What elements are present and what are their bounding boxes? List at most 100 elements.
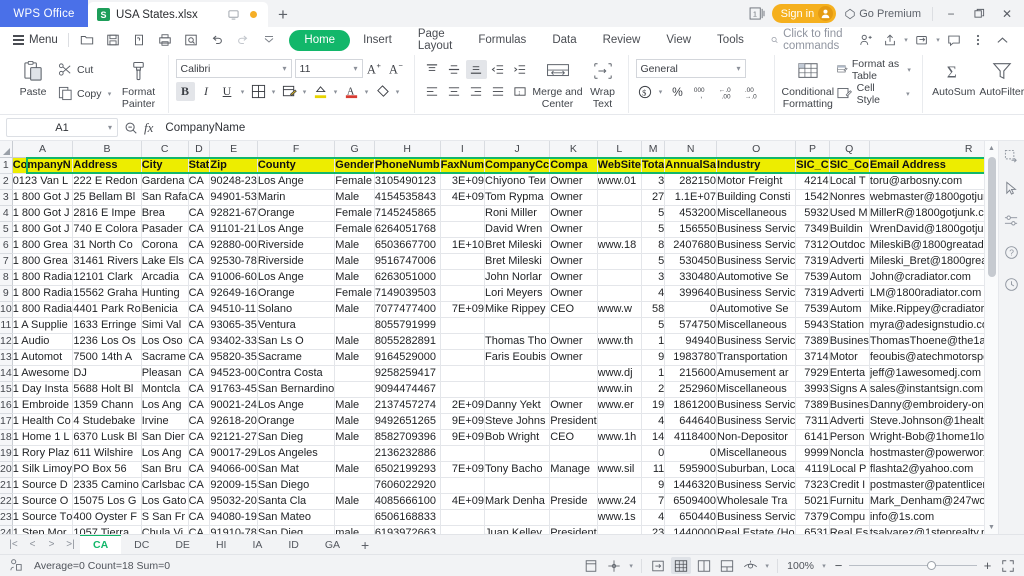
- cell-H5[interactable]: 6264051768: [374, 221, 441, 238]
- cell-K18[interactable]: CEO: [549, 429, 598, 446]
- tab-tools[interactable]: Tools: [704, 30, 757, 51]
- cell-C8[interactable]: Arcadia: [141, 269, 189, 286]
- cell-L19[interactable]: [597, 445, 642, 462]
- cell-M10[interactable]: 58: [641, 301, 666, 318]
- cell-A24[interactable]: 1 Step Mor: [12, 525, 74, 534]
- cell-N11[interactable]: 574750: [664, 317, 718, 334]
- cell-F12[interactable]: San Ls O: [257, 333, 336, 350]
- cell-I16[interactable]: 2E+09: [440, 397, 486, 414]
- align-middle-button[interactable]: [444, 60, 465, 79]
- cell-M6[interactable]: 8: [641, 237, 666, 254]
- clear-format-button[interactable]: [373, 82, 392, 101]
- cell-C24[interactable]: Chula Vi: [141, 525, 189, 534]
- cell-O3[interactable]: Building Consti: [716, 189, 797, 206]
- maximize-button[interactable]: [966, 3, 992, 25]
- cell-J17[interactable]: Steve Johns: [484, 413, 551, 430]
- cell-grid[interactable]: ABCDEFGHIJKLMNOPQRST 1CompanyNAddressCit…: [0, 141, 984, 534]
- cell-H12[interactable]: 8055282891: [374, 333, 441, 350]
- cell-J14[interactable]: [484, 365, 551, 382]
- sheet-tab-ga[interactable]: GA: [312, 535, 353, 554]
- cell-O22[interactable]: Wholesale Tra: [716, 493, 797, 510]
- cell-H22[interactable]: 4085666100: [374, 493, 441, 510]
- cell-P17[interactable]: 7311: [795, 413, 830, 430]
- cell-I2[interactable]: 3E+09: [440, 173, 486, 190]
- save-icon[interactable]: [100, 29, 125, 51]
- cell-E11[interactable]: 93065-35: [209, 317, 258, 334]
- cell-O2[interactable]: Motor Freight: [716, 173, 797, 190]
- cell-B21[interactable]: 2335 Caminо: [72, 477, 142, 494]
- cell-Q7[interactable]: Adverti: [829, 253, 870, 270]
- cell-I12[interactable]: [440, 333, 486, 350]
- table-row[interactable]: 10 1 800 Radiа 4401 Park Rо Benicia CA 94510-…: [0, 301, 984, 318]
- cell-K15[interactable]: [549, 381, 598, 398]
- cell-B7[interactable]: 31461 Riverѕ: [72, 253, 142, 270]
- cell-R24[interactable]: tsalvarez@1steprealty.net: [869, 525, 984, 534]
- cell-Q17[interactable]: Adverti: [829, 413, 870, 430]
- conditional-formatting-button[interactable]: Conditional Formatting: [782, 55, 834, 110]
- fullscreen-icon[interactable]: [998, 557, 1018, 574]
- table-row[interactable]: 14 1 Awesome DJ Pleasan CA 94523-00 Contra Cos…: [0, 365, 984, 382]
- eye-icon[interactable]: [740, 557, 760, 574]
- cell-M9[interactable]: 4: [641, 285, 666, 302]
- cell-E17[interactable]: 92618-20: [209, 413, 258, 430]
- cell-M23[interactable]: 4: [641, 509, 666, 526]
- sheet-tab-de[interactable]: DE: [162, 535, 203, 554]
- cell-B14[interactable]: DJ: [72, 365, 142, 382]
- cell-O15[interactable]: Miscellaneous: [716, 381, 797, 398]
- cell-J9[interactable]: Lori Meyers: [484, 285, 551, 302]
- row-header-3[interactable]: 3: [0, 189, 13, 206]
- cell-A19[interactable]: 1 Rory Plaz: [12, 445, 74, 462]
- cell-A8[interactable]: 1 800 Radiа: [12, 269, 74, 286]
- cell-N15[interactable]: 252960: [664, 381, 718, 398]
- more-icon[interactable]: [966, 29, 990, 51]
- column-header-k[interactable]: K: [549, 141, 598, 158]
- row-header-16[interactable]: 16: [0, 397, 13, 414]
- cell-J10[interactable]: Mike Rippeу: [484, 301, 551, 318]
- cell-N18[interactable]: 4118400: [664, 429, 718, 446]
- cell-H10[interactable]: 7077477400: [374, 301, 441, 318]
- cell-N13[interactable]: 1983780: [664, 349, 718, 366]
- cell-J4[interactable]: Roni Miller: [484, 205, 551, 222]
- cell-I1[interactable]: FaxNum: [440, 157, 486, 174]
- cell-C1[interactable]: City: [141, 157, 189, 174]
- cell-H24[interactable]: 6193972663: [374, 525, 441, 534]
- cell-P20[interactable]: 4119: [795, 461, 830, 478]
- row-header-9[interactable]: 9: [0, 285, 13, 302]
- cell-J22[interactable]: Mark Denhа: [484, 493, 551, 510]
- cell-I23[interactable]: [440, 509, 486, 526]
- cell-P12[interactable]: 7389: [795, 333, 830, 350]
- tab-data[interactable]: Data: [539, 30, 589, 51]
- cell-Q18[interactable]: Person: [829, 429, 870, 446]
- cell-G1[interactable]: Gender: [334, 157, 375, 174]
- justify-button[interactable]: [488, 82, 509, 101]
- cell-R16[interactable]: Danny@embroidery-one.com: [869, 397, 984, 414]
- cell-G12[interactable]: Male: [334, 333, 375, 350]
- cell-N7[interactable]: 530450: [664, 253, 718, 270]
- cell-Q5[interactable]: Buildin: [829, 221, 870, 238]
- scroll-down-arrow-icon[interactable]: ▼: [985, 520, 999, 534]
- cell-K12[interactable]: Owner: [549, 333, 598, 350]
- cell-D14[interactable]: CA: [188, 365, 211, 382]
- increase-font-size-button[interactable]: A +: [366, 59, 385, 78]
- font-size-select[interactable]: 11 ▾: [294, 59, 363, 78]
- column-header-g[interactable]: G: [334, 141, 375, 158]
- table-row[interactable]: 18 1 Home 1 L 6370 Lusk Bl San Dieг CA 92121-…: [0, 429, 984, 446]
- row-header-14[interactable]: 14: [0, 365, 13, 382]
- cell-Q10[interactable]: Autom: [829, 301, 870, 318]
- cell-R9[interactable]: LM@1800radiator.com: [869, 285, 984, 302]
- cell-B19[interactable]: 611 Wilshire: [72, 445, 142, 462]
- borders-caret-icon[interactable]: ▾: [270, 88, 278, 96]
- cell-K9[interactable]: Owner: [549, 285, 598, 302]
- paste-button[interactable]: Paste: [11, 55, 55, 98]
- cell-R20[interactable]: flashta2@yahoo.com: [869, 461, 984, 478]
- cell-G10[interactable]: Male: [334, 301, 375, 318]
- cell-C10[interactable]: Benicia: [141, 301, 189, 318]
- cell-M14[interactable]: 1: [641, 365, 666, 382]
- cell-D21[interactable]: CA: [188, 477, 211, 494]
- cell-R8[interactable]: John@cradiator.com: [869, 269, 984, 286]
- cell-B3[interactable]: 25 Bellam Bl: [72, 189, 142, 206]
- cell-O8[interactable]: Automotive Se: [716, 269, 797, 286]
- print-preview-icon[interactable]: [126, 29, 151, 51]
- cell-M8[interactable]: 3: [641, 269, 666, 286]
- formula-input[interactable]: CompanyName: [161, 122, 1018, 134]
